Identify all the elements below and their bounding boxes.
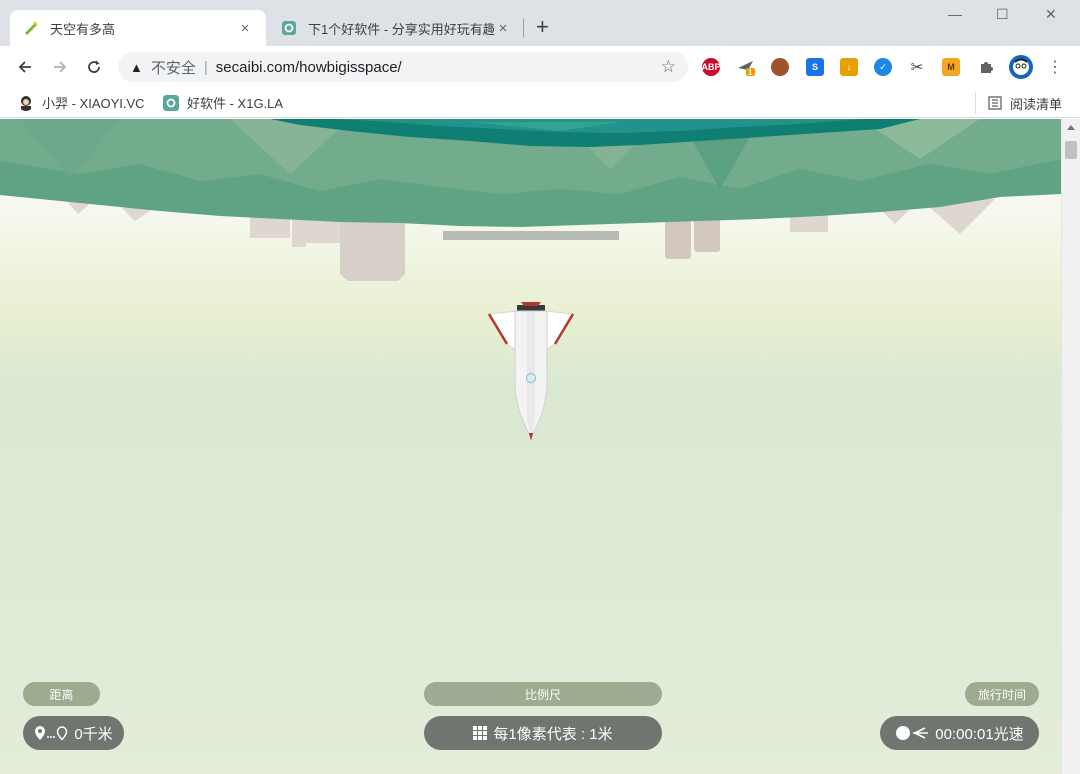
distance-display: 0千米 — [23, 716, 124, 750]
rocket — [487, 302, 575, 441]
puzzle-icon[interactable] — [977, 58, 995, 76]
reading-list-button[interactable]: 阅读清单 — [975, 92, 1062, 114]
s-extension-icon[interactable]: S — [806, 58, 824, 76]
gear-icon — [280, 19, 298, 37]
tab-close-button[interactable]: × — [494, 20, 512, 37]
bookmark-label: 好软件 - X1G.LA — [187, 96, 284, 111]
ruler-icon — [22, 19, 40, 37]
page-scrollbar[interactable] — [1061, 119, 1080, 774]
window-close-button[interactable]: ✕ — [1045, 6, 1057, 23]
distance-value: 0千米 — [74, 725, 113, 743]
bookmark-item[interactable]: 好软件 - X1G.LA — [163, 93, 283, 112]
browser-toolbar: ▲ 不安全 | secaibi.com/howbigisspace/ ☆ ABP… — [0, 46, 1080, 88]
scroll-thumb[interactable] — [1065, 141, 1077, 159]
scale-label: 比例尺 — [424, 682, 662, 706]
address-divider: | — [203, 58, 208, 76]
bookmarks-bar: 小羿 - XIAOYI.VC 好软件 - X1G.LA 阅读清单 — [0, 88, 1080, 118]
scene-canvas — [0, 119, 1061, 441]
adblock-plus-icon[interactable]: ABP — [702, 58, 721, 76]
security-label[interactable]: 不安全 — [151, 57, 196, 78]
m-extension-icon[interactable]: M — [942, 58, 960, 76]
maximize-button[interactable]: ☐ — [996, 6, 1009, 23]
scissors-extension-icon[interactable]: ✂ — [908, 58, 926, 76]
tab-active[interactable]: 天空有多高 × — [10, 10, 266, 46]
page-viewport: 距离 0千米 比例尺 每1像素代表 : 1米 旅行时间 00:00:01光速 — [0, 119, 1061, 774]
tab-separator — [523, 18, 524, 38]
warning-icon: ▲ — [130, 59, 143, 75]
forward-button[interactable] — [47, 54, 73, 80]
browser-menu-button[interactable]: ⋮ — [1042, 54, 1068, 80]
tab-title: 下1个好软件 - 分享实用好玩有趣 — [308, 21, 494, 37]
profile-avatar-icon[interactable] — [1009, 55, 1033, 79]
arrow-right-icon — [54, 61, 67, 73]
monkey-extension-icon[interactable] — [771, 58, 789, 76]
bookmark-item[interactable]: 小羿 - XIAOYI.VC — [18, 93, 145, 112]
bookmark-label: 小羿 - XIAOYI.VC — [42, 96, 145, 111]
cloud-extension-icon[interactable]: ✓ — [874, 58, 892, 76]
reading-list-label: 阅读清单 — [1010, 96, 1063, 112]
minimize-button[interactable]: — — [948, 6, 962, 22]
reload-button[interactable] — [81, 54, 107, 80]
travel-time-value: 00:00:01光速 — [935, 725, 1024, 743]
download-extension-icon[interactable]: ↓ — [840, 58, 858, 76]
scale-display: 每1像素代表 : 1米 — [424, 716, 662, 750]
new-tab-button[interactable]: + — [536, 16, 549, 38]
avatar-icon — [21, 95, 31, 111]
grid-icon — [473, 726, 488, 740]
url-text[interactable]: secaibi.com/howbigisspace/ — [216, 59, 661, 76]
tab-inactive[interactable]: 下1个好软件 - 分享实用好玩有趣 × — [268, 10, 524, 46]
scale-value: 每1像素代表 : 1米 — [493, 725, 613, 743]
location-distance-icon — [35, 726, 68, 741]
gear-icon — [163, 94, 179, 111]
extension-badge: 1 — [748, 68, 753, 77]
address-bar[interactable]: ▲ 不安全 | secaibi.com/howbigisspace/ ☆ — [118, 52, 688, 82]
back-button[interactable] — [12, 54, 38, 80]
travel-time-display: 00:00:01光速 — [880, 716, 1039, 750]
reading-list-icon — [988, 96, 1002, 110]
bookmark-star-icon[interactable]: ☆ — [661, 57, 676, 77]
reload-icon — [88, 60, 100, 73]
plane-extension-icon[interactable]: 1 — [737, 58, 755, 77]
light-speed-icon — [896, 726, 929, 740]
distance-label: 距离 — [23, 682, 100, 706]
arrow-left-icon — [18, 61, 31, 73]
tab-bar: 天空有多高 × 下1个好软件 - 分享实用好玩有趣 × + — ☐ ✕ — [0, 0, 1080, 46]
tab-title: 天空有多高 — [50, 21, 116, 37]
travel-time-label: 旅行时间 — [965, 682, 1039, 706]
tab-close-button[interactable]: × — [236, 20, 254, 37]
scroll-up-arrow-icon[interactable] — [1067, 125, 1075, 130]
